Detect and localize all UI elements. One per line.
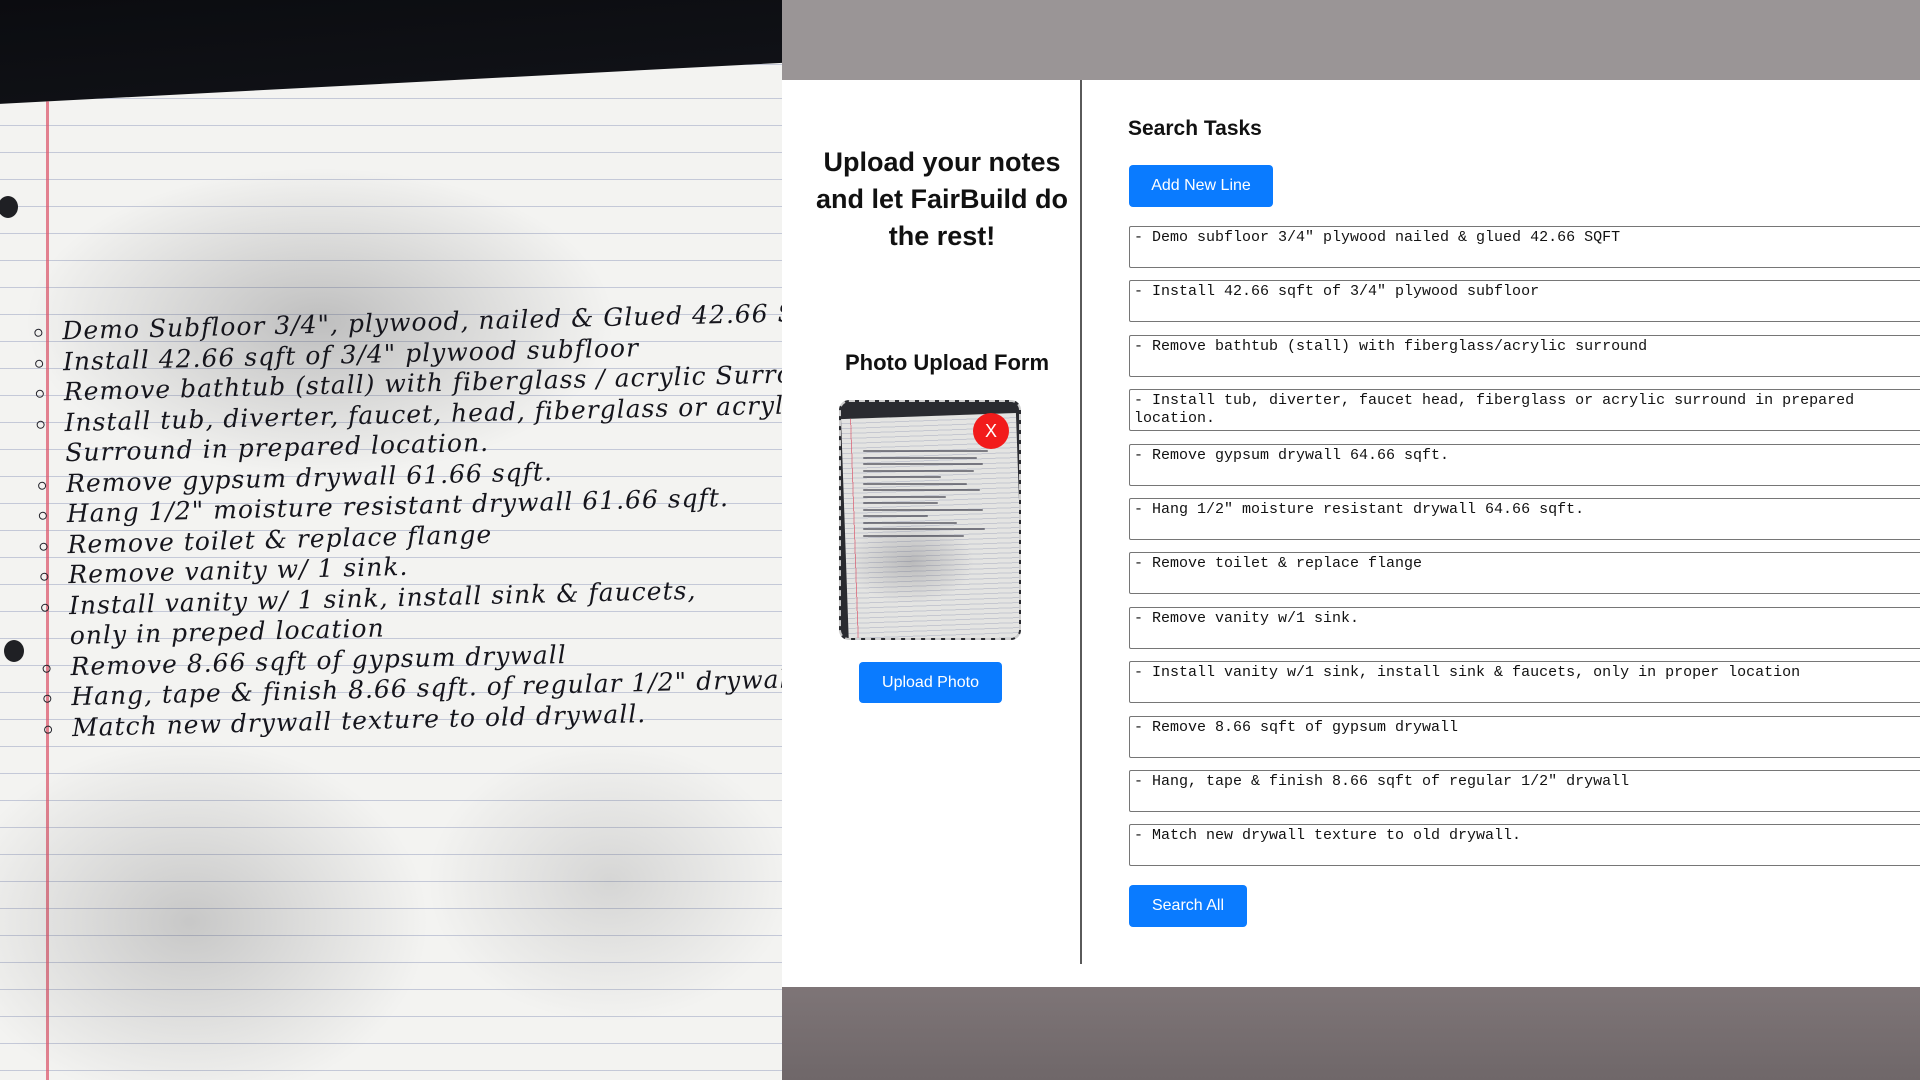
task-input[interactable]: - Remove bathtub (stall) with fiberglass…	[1129, 334, 1920, 377]
notebook-paper: Demo Subfloor 3/4", plywood, nailed & Gl…	[0, 62, 782, 1080]
binder-hole	[0, 196, 18, 218]
upload-tagline: Upload your notes and let FairBuild do t…	[815, 147, 1068, 251]
backdrop-bar	[782, 987, 1920, 1080]
task-input[interactable]: - Match new drywall texture to old drywa…	[1129, 824, 1920, 867]
task-input[interactable]: - Demo subfloor 3/4" plywood nailed & gl…	[1129, 226, 1920, 268]
app-panel: Upload your notes and let FairBuild do t…	[782, 80, 1920, 987]
task-input[interactable]: - Hang 1/2" moisture resistant drywall 6…	[1129, 497, 1920, 540]
task-input[interactable]: - Remove 8.66 sqft of gypsum drywall	[1129, 715, 1920, 758]
binder-hole	[4, 640, 24, 662]
task-input[interactable]: - Remove gypsum drywall 64.66 sqft.	[1129, 443, 1920, 486]
notes-photo: Demo Subfloor 3/4", plywood, nailed & Gl…	[0, 0, 782, 1080]
search-tasks-title: Search Tasks	[1128, 117, 1262, 140]
task-input[interactable]: - Install tub, diverter, faucet head, fi…	[1129, 389, 1920, 432]
column-divider	[1080, 80, 1082, 964]
task-input[interactable]: - Remove vanity w/1 sink.	[1129, 606, 1920, 649]
upload-photo-button[interactable]: Upload Photo	[859, 662, 1002, 703]
remove-photo-button[interactable]: X	[973, 413, 1009, 449]
search-all-button[interactable]: Search All	[1129, 885, 1247, 927]
photo-preview: X	[839, 400, 1021, 640]
task-input[interactable]: - Remove toilet & replace flange	[1129, 552, 1920, 595]
task-input[interactable]: - Install vanity w/1 sink, install sink …	[1129, 661, 1920, 704]
task-list: - Demo subfloor 3/4" plywood nailed & gl…	[1129, 226, 1920, 879]
handwritten-notes: Demo Subfloor 3/4", plywood, nailed & Gl…	[30, 297, 782, 744]
photo-upload-form-title: Photo Upload Form	[844, 350, 1050, 375]
task-input[interactable]: - Hang, tape & finish 8.66 sqft of regul…	[1129, 769, 1920, 812]
add-new-line-button[interactable]: Add New Line	[1129, 165, 1273, 207]
task-input[interactable]: - Install 42.66 sqft of 3/4" plywood sub…	[1129, 280, 1920, 323]
